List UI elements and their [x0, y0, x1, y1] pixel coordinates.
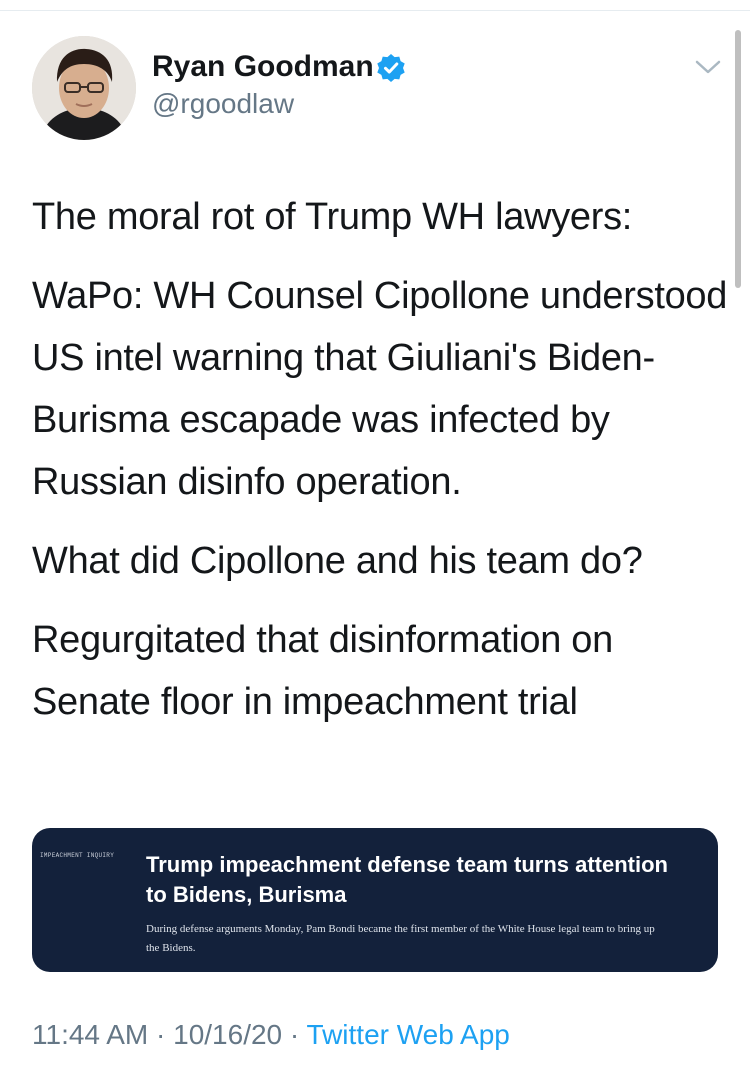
card-title: Trump impeachment defense team turns att… — [146, 852, 668, 907]
source-app-link[interactable]: Twitter Web App — [307, 1019, 510, 1050]
avatar[interactable] — [32, 36, 136, 140]
card-description: During defense arguments Monday, Pam Bon… — [146, 923, 655, 954]
tweet-meta: 11:44 AM · 10/16/20 · Twitter Web App — [32, 1019, 510, 1051]
profile-photo — [32, 36, 136, 140]
tweet-text: The moral rot of Trump WH lawyers: WaPo:… — [32, 186, 732, 750]
tweet-date[interactable]: 10/16/20 — [173, 1019, 282, 1050]
tweet-paragraph: What did Cipollone and his team do? — [32, 540, 643, 582]
top-divider — [0, 10, 750, 11]
tweet-time[interactable]: 11:44 AM — [32, 1019, 148, 1050]
tweet-paragraph: WaPo: WH Counsel Cipollone understood US… — [32, 275, 728, 503]
card-kicker: IMPEACHMENT INQUIRY — [40, 852, 115, 859]
scrollbar[interactable] — [735, 30, 741, 288]
author-name[interactable]: Ryan Goodman — [152, 50, 374, 84]
verified-badge-icon — [377, 54, 405, 82]
tweet-paragraph: Regurgitated that disinformation on Sena… — [32, 619, 613, 723]
meta-separator: · — [289, 1019, 300, 1050]
link-preview-card[interactable]: IMPEACHMENT INQUIRY Trump impeachment de… — [32, 828, 718, 972]
chevron-down-icon[interactable] — [693, 56, 723, 78]
author-handle[interactable]: @rgoodlaw — [152, 88, 294, 120]
tweet-paragraph: The moral rot of Trump WH lawyers: — [32, 196, 633, 238]
meta-separator: · — [156, 1019, 166, 1050]
